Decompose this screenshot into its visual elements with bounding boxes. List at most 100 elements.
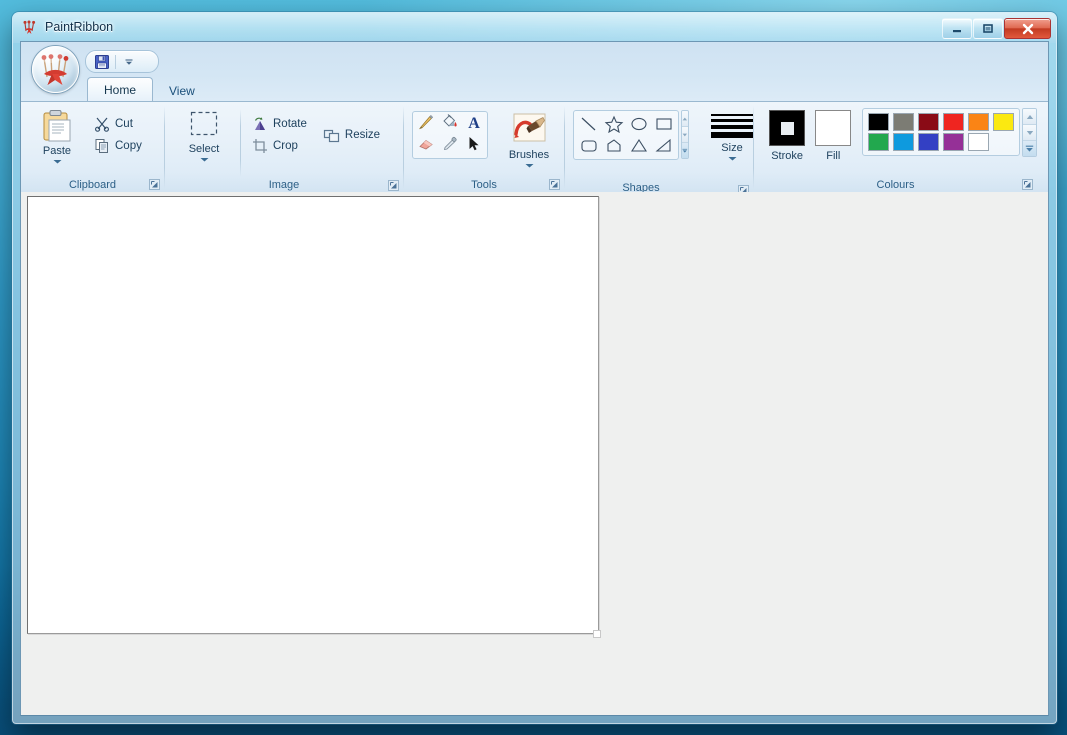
polygon-shape-icon bbox=[606, 139, 621, 152]
eyedropper-icon bbox=[441, 135, 459, 158]
tab-view-label: View bbox=[169, 83, 195, 98]
tools-dialog-launcher[interactable] bbox=[549, 179, 560, 190]
swatch-empty bbox=[991, 132, 1016, 152]
text-tool-button[interactable]: A bbox=[462, 113, 486, 135]
colour-palette bbox=[862, 108, 1021, 156]
swatch-white[interactable] bbox=[966, 132, 991, 152]
brushes-button[interactable]: Brushes bbox=[500, 111, 558, 168]
fill-tool-button[interactable] bbox=[438, 113, 462, 135]
toolbar-separator bbox=[115, 54, 116, 69]
rotate-button[interactable]: Rotate bbox=[248, 113, 310, 135]
window-titlebar: PaintRibbon bbox=[13, 13, 1056, 41]
picker-tool-button[interactable] bbox=[438, 135, 462, 157]
pencil-tool-button[interactable] bbox=[414, 113, 438, 135]
fill-colour-button[interactable]: Fill bbox=[812, 108, 854, 162]
chevron-down-icon[interactable] bbox=[118, 53, 140, 71]
chevron-down-icon bbox=[53, 160, 61, 164]
pencil-icon bbox=[417, 113, 435, 136]
swatch-black[interactable] bbox=[866, 112, 891, 132]
shape-right-triangle-button[interactable] bbox=[651, 135, 676, 157]
window-controls bbox=[942, 18, 1051, 39]
select-tool-button[interactable] bbox=[462, 135, 486, 157]
colours-dialog-launcher[interactable] bbox=[1022, 179, 1033, 190]
swatch-green[interactable] bbox=[866, 132, 891, 152]
select-button[interactable]: Select bbox=[175, 107, 233, 162]
crop-button[interactable]: Crop bbox=[248, 135, 310, 157]
floppy-disk-icon[interactable] bbox=[91, 53, 113, 71]
crop-icon bbox=[251, 137, 269, 155]
group-inner-separator bbox=[240, 109, 241, 177]
rotate-label: Rotate bbox=[273, 118, 307, 130]
swatch-yellow[interactable] bbox=[991, 112, 1016, 132]
tab-home-label: Home bbox=[104, 82, 137, 97]
window-title: PaintRibbon bbox=[45, 20, 114, 34]
shape-rounded-rectangle-button[interactable] bbox=[576, 135, 601, 157]
ribbon-group-image: Select Rotate Crop Resize Image bbox=[165, 102, 403, 193]
swatch-purple[interactable] bbox=[941, 132, 966, 152]
tools-label: Tools bbox=[471, 178, 497, 191]
image-label: Image bbox=[268, 179, 300, 191]
scroll-down-icon[interactable] bbox=[682, 127, 688, 143]
group-label-clipboard: Clipboard bbox=[21, 176, 164, 193]
window-client-area: Home View Paste Cut Copy Clipboard Selec… bbox=[20, 41, 1049, 716]
scroll-up-icon[interactable] bbox=[682, 111, 688, 127]
cut-button[interactable]: Cut bbox=[90, 113, 145, 135]
rotate-image-icon bbox=[251, 115, 269, 133]
tab-view[interactable]: View bbox=[153, 80, 211, 101]
shape-rectangle-button[interactable] bbox=[651, 113, 676, 135]
scissors-icon bbox=[93, 115, 111, 133]
stroke-label: Stroke bbox=[771, 150, 803, 162]
drawing-canvas[interactable] bbox=[27, 196, 599, 634]
colours-label: Colours bbox=[876, 178, 915, 191]
ribbon-group-clipboard: Paste Cut Copy Clipboard bbox=[21, 102, 164, 193]
ribbon-group-tools: A Brushes Tools bbox=[404, 102, 564, 193]
clipboard-dialog-launcher[interactable] bbox=[149, 179, 160, 190]
group-label-colours: Colours bbox=[754, 176, 1037, 193]
stroke-colour-button[interactable]: Stroke bbox=[766, 108, 808, 162]
colours-scroll bbox=[1022, 108, 1037, 157]
shape-line-button[interactable] bbox=[576, 113, 601, 135]
image-dialog-launcher[interactable] bbox=[388, 180, 399, 191]
canvas-resize-handle[interactable] bbox=[593, 630, 601, 638]
copy-pages-icon bbox=[93, 137, 111, 155]
clipboard-paste-icon bbox=[43, 110, 71, 142]
triangle-shape-icon bbox=[630, 138, 647, 152]
shape-ellipse-button[interactable] bbox=[626, 113, 651, 135]
canvas-workspace[interactable] bbox=[21, 192, 1048, 715]
application-menu-button[interactable] bbox=[32, 46, 79, 93]
paint-bucket-icon bbox=[441, 113, 459, 136]
scroll-down-icon[interactable] bbox=[1023, 125, 1036, 141]
swatch-grey[interactable] bbox=[891, 112, 916, 132]
rounded-rectangle-shape-icon bbox=[580, 140, 597, 152]
eraser-tool-button[interactable] bbox=[414, 135, 438, 157]
copy-label: Copy bbox=[115, 140, 142, 152]
swatch-orange[interactable] bbox=[966, 112, 991, 132]
resize-icon bbox=[323, 126, 341, 144]
swatch-red[interactable] bbox=[941, 112, 966, 132]
ribbon-panels: Paste Cut Copy Clipboard Select Rotate C… bbox=[21, 101, 1048, 196]
minimize-button[interactable] bbox=[942, 18, 972, 39]
scroll-up-icon[interactable] bbox=[1023, 109, 1036, 125]
chevron-down-icon bbox=[525, 164, 533, 168]
tab-home[interactable]: Home bbox=[87, 77, 154, 101]
ribbon-group-shapes: Size Shapes bbox=[565, 102, 753, 196]
ribbon-tabs: Home View bbox=[87, 77, 1048, 101]
swatch-light-blue[interactable] bbox=[891, 132, 916, 152]
paste-button[interactable]: Paste bbox=[28, 107, 86, 164]
shape-star-button[interactable] bbox=[601, 113, 626, 135]
line-shape-icon bbox=[581, 117, 595, 131]
ribbon-group-colours: Stroke Fill Colours bbox=[754, 102, 1037, 193]
brushes-label: Brushes bbox=[508, 149, 550, 161]
resize-button[interactable]: Resize bbox=[320, 124, 383, 146]
shape-polygon-button[interactable] bbox=[601, 135, 626, 157]
swatch-dark-red[interactable] bbox=[916, 112, 941, 132]
swatch-blue[interactable] bbox=[916, 132, 941, 152]
show-more-icon[interactable] bbox=[682, 143, 688, 158]
show-more-icon[interactable] bbox=[1023, 141, 1036, 156]
shape-triangle-button[interactable] bbox=[626, 135, 651, 157]
clipboard-label: Clipboard bbox=[68, 178, 117, 191]
maximize-button[interactable] bbox=[973, 18, 1003, 39]
copy-button[interactable]: Copy bbox=[90, 135, 145, 157]
close-button[interactable] bbox=[1004, 18, 1051, 39]
size-button[interactable]: Size bbox=[711, 110, 753, 161]
